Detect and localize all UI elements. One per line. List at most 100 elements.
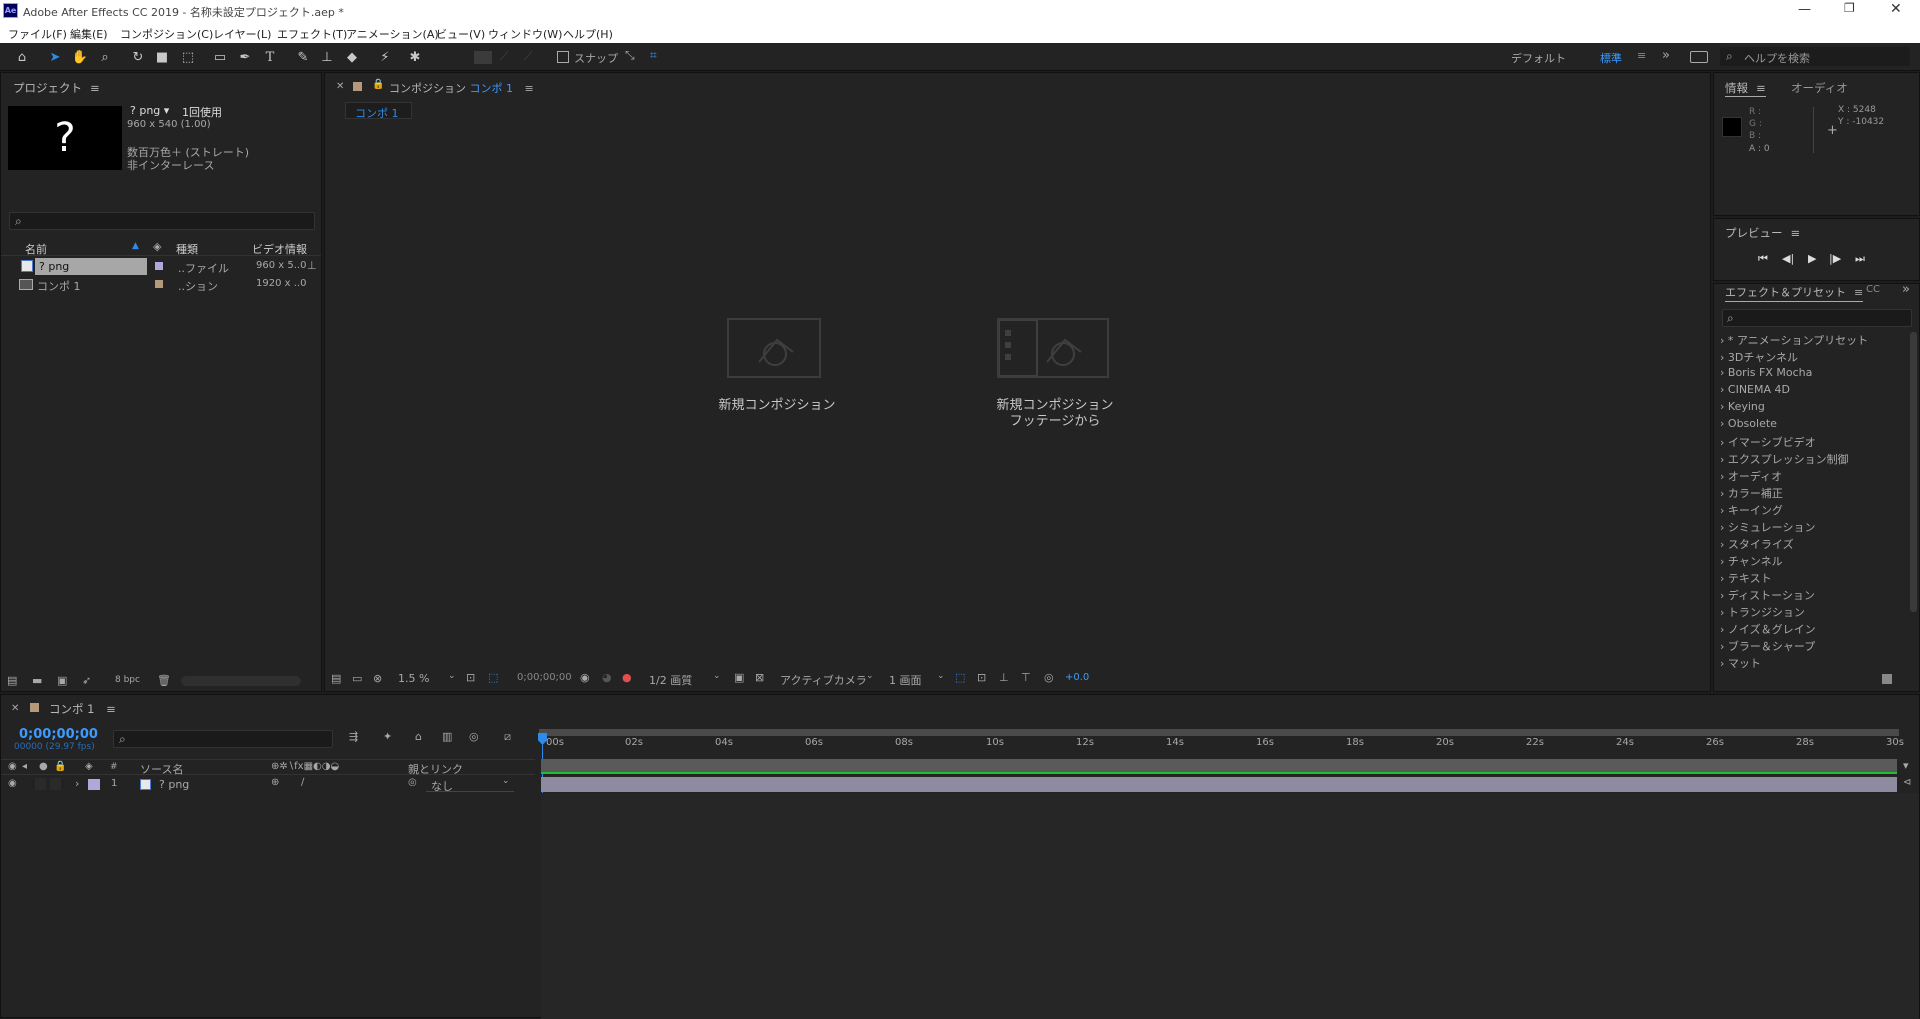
selection-tool-icon[interactable]: ➤ [45, 47, 65, 67]
interpret-footage-icon[interactable]: ▤ [7, 674, 17, 687]
cc-libraries-tab[interactable]: CC [1866, 284, 1880, 295]
exposure-reset-icon[interactable]: ◎ [1044, 671, 1054, 684]
workspace-standard[interactable]: 標準 [1600, 50, 1622, 66]
pan-behind-tool-icon[interactable]: ⬚ [178, 47, 198, 67]
panel-menu-icon[interactable]: ≡ [106, 702, 116, 716]
effects-category[interactable]: › CINEMA 4D [1720, 383, 1790, 396]
audio-switch-icon[interactable]: ◂ [22, 761, 27, 772]
label-color-swatch[interactable] [155, 280, 163, 288]
panel-menu-icon[interactable]: ≡ [1756, 81, 1766, 95]
play-icon[interactable]: ▶ [1808, 252, 1816, 265]
next-frame-icon[interactable]: |▶ [1829, 252, 1841, 265]
menu-effect[interactable]: エフェクト(T) [277, 26, 347, 42]
camera-tool-icon[interactable]: ■ [152, 47, 172, 67]
menu-help[interactable]: ヘルプ(H) [563, 26, 613, 42]
zoom-tool-icon[interactable]: ⌕ [95, 47, 115, 67]
eye-icon[interactable]: ◉ [8, 778, 17, 789]
local-axis-icon[interactable] [474, 51, 492, 64]
roto-brush-tool-icon[interactable]: ⚡ [375, 47, 395, 67]
effects-category[interactable]: › エクスプレッション制御 [1720, 451, 1849, 467]
comp-end-marker-icon[interactable]: ▾ [1903, 759, 1909, 772]
menu-animation[interactable]: アニメーション(A) [346, 26, 439, 42]
snap-checkbox[interactable] [557, 51, 569, 63]
panel-menu-icon[interactable]: ≡ [525, 82, 534, 95]
help-search-field[interactable]: ⌕ ヘルプを検索 [1720, 47, 1910, 66]
last-frame-icon[interactable]: ⏭ [1855, 252, 1865, 266]
effects-category[interactable]: › イマーシブビデオ [1720, 434, 1816, 450]
fit-icon[interactable]: ⊡ [466, 671, 475, 684]
project-row[interactable]: コンポ 1 ..ション 1920 x ..0 [1, 276, 321, 293]
comp-mini-flowchart-icon[interactable]: ⇶ [349, 730, 358, 743]
menu-edit[interactable]: 編集(E) [70, 26, 108, 42]
effects-category[interactable]: › トランジション [1720, 604, 1805, 620]
quality-switch-icon[interactable]: ∕ [301, 777, 304, 788]
thumbnail-slider[interactable] [181, 676, 301, 686]
effects-category[interactable]: › ノイズ＆グレイン [1720, 621, 1816, 637]
effects-scrollbar[interactable] [1910, 332, 1917, 612]
more-panels-icon[interactable]: » [1902, 282, 1910, 297]
effects-category[interactable]: › ブラー＆シャープ [1720, 638, 1815, 654]
comp-timecode[interactable]: 0;00;00;00 [517, 672, 572, 683]
exposure-value[interactable]: +0.0 [1065, 672, 1089, 683]
layer-row[interactable]: ◉ › 1 ? png ⊕ ∕ ◎ なし ⌄ [1, 776, 535, 794]
first-frame-icon[interactable]: ⏮ [1758, 252, 1768, 266]
vr-glasses-icon[interactable]: ⊗ [373, 672, 382, 685]
minimize-icon[interactable]: — [1798, 2, 1811, 17]
selected-item-name[interactable]: ? png ▾ [130, 104, 169, 117]
effects-presets-tab[interactable]: エフェクト＆プリセット ≡ [1725, 284, 1864, 302]
project-search-input[interactable]: ⌕ [9, 212, 315, 230]
effects-category[interactable]: › オーディオ [1720, 468, 1782, 484]
new-preset-icon[interactable] [1882, 674, 1892, 684]
effects-category[interactable]: › ディストーション [1720, 587, 1815, 603]
layer-end-marker-icon[interactable]: ⊲ [1903, 777, 1911, 788]
timeline-tab[interactable]: コンポ 1 ≡ [30, 701, 116, 717]
rectangle-tool-icon[interactable]: ▭ [210, 47, 230, 67]
text-tool-icon[interactable]: T [260, 47, 280, 67]
view-axis-icon[interactable]: ⟋ [524, 49, 532, 64]
menu-window[interactable]: ウィンドウ(W) [488, 26, 562, 42]
lock-switch-icon[interactable]: 🔒 [54, 761, 66, 772]
column-type[interactable]: 種類 [176, 241, 198, 257]
label-color-swatch[interactable] [155, 262, 163, 270]
toggle-pixel-aspect-icon[interactable]: ⬚ [955, 671, 965, 684]
snap-options-icon[interactable]: ⤡ [625, 48, 635, 63]
draft-3d-icon[interactable]: ✦ [383, 730, 392, 743]
timeline-search-input[interactable]: ⌕ [113, 730, 333, 748]
new-comp-from-footage-button[interactable]: 新規コンポジション フッテージから [992, 318, 1114, 448]
project-panel-title[interactable]: プロジェクト ≡ [13, 80, 100, 96]
new-folder-icon[interactable]: ▬ [32, 674, 42, 687]
shy-layers-icon[interactable]: ⌂ [415, 730, 422, 743]
column-video-info[interactable]: ビデオ情報 [252, 241, 307, 257]
pen-tool-icon[interactable]: ✒ [235, 47, 255, 67]
menu-view[interactable]: ビュー(V) [436, 26, 485, 42]
timeline-icon[interactable]: ⊥ [999, 671, 1009, 684]
parent-link-header[interactable]: 親とリンク [408, 761, 463, 777]
workspace-menu-icon[interactable]: ≡ [1637, 49, 1646, 62]
audio-toggle[interactable] [35, 778, 46, 790]
chevron-right-icon[interactable]: › [75, 777, 79, 790]
transparency-grid-icon[interactable]: ⊠ [755, 671, 764, 684]
frame-blending-icon[interactable]: ▥ [442, 730, 452, 743]
time-ruler[interactable]: 00s 02s 04s 06s 08s 10s 12s 14s 16s 18s … [539, 737, 1904, 757]
pickwhip-icon[interactable]: ◎ [408, 777, 417, 788]
rotate-tool-icon[interactable]: ↻ [128, 47, 148, 67]
label-tag-icon[interactable]: ◈ [85, 761, 93, 772]
solo-toggle[interactable] [50, 778, 61, 790]
world-axis-icon[interactable]: ⟋ [500, 49, 508, 64]
flowchart-icon[interactable]: ⊤ [1021, 671, 1031, 684]
effects-search-input[interactable]: ⌕ [1722, 309, 1912, 327]
layer-label-color[interactable] [88, 779, 100, 790]
effects-category[interactable]: › * アニメーションプリセット [1720, 332, 1868, 348]
close-tab-icon[interactable]: ✕ [336, 81, 344, 92]
project-row[interactable]: ? png ..ファイル 960 x 5..0 ⊥ [1, 258, 321, 275]
effects-category[interactable]: › スタイライズ [1720, 536, 1794, 552]
effects-category[interactable]: › シミュレーション [1720, 519, 1815, 535]
video-switch-icon[interactable]: ◉ [8, 761, 17, 772]
info-tab[interactable]: 情報 ≡ [1725, 80, 1766, 97]
toggle-mask-icon[interactable]: ▣ [734, 671, 744, 684]
layer-bar[interactable] [541, 777, 1897, 792]
brush-tool-icon[interactable]: ✎ [293, 47, 313, 67]
eraser-tool-icon[interactable]: ◆ [342, 47, 362, 67]
panel-menu-icon[interactable]: ≡ [1854, 286, 1863, 299]
hand-tool-icon[interactable]: ✋ [70, 47, 90, 67]
